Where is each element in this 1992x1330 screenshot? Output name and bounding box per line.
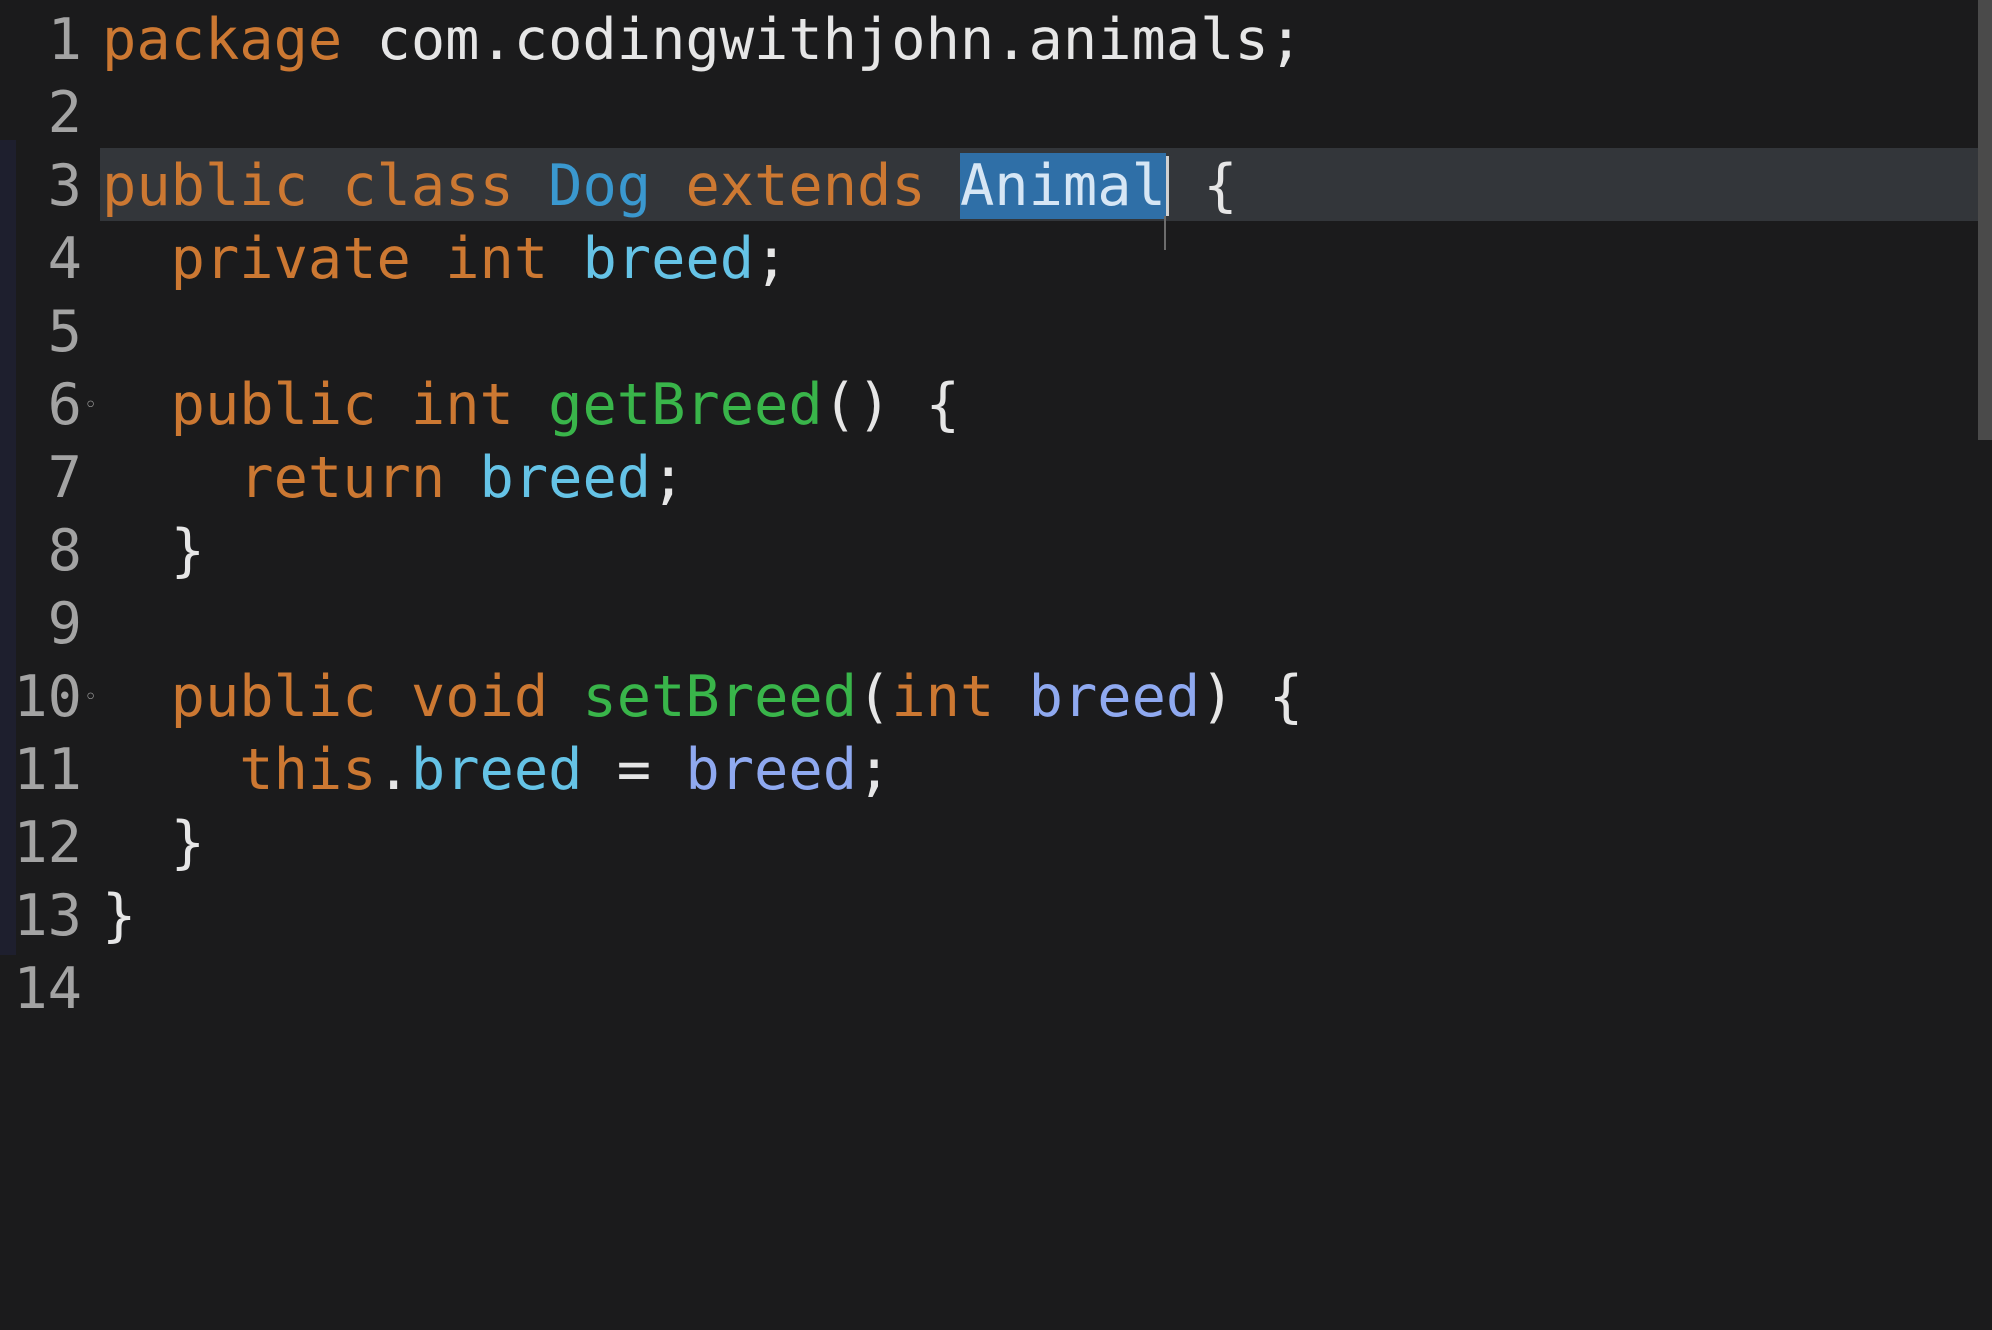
line-code[interactable]: } — [102, 515, 205, 588]
code-token: { — [1168, 153, 1238, 219]
line-number: 7 — [47, 445, 82, 511]
line-number: 3 — [47, 153, 82, 219]
fold-marker-icon[interactable]: ◦ — [84, 369, 97, 442]
code-line[interactable]: 1 package com.codingwithjohn.animals; — [0, 4, 1992, 77]
selected-token: Animal — [959, 153, 1166, 219]
code-token: breed — [410, 737, 583, 803]
code-token: com.codingwithjohn.animals; — [342, 7, 1304, 73]
line-code[interactable]: } — [102, 807, 205, 880]
code-token: class — [342, 153, 514, 219]
line-number: 12 — [13, 810, 82, 876]
code-line[interactable]: 11 this.breed = breed; — [0, 734, 1992, 807]
code-line[interactable]: 9 — [0, 588, 1992, 661]
code-token: int — [445, 226, 549, 292]
code-token: int — [410, 372, 514, 438]
line-number: 1 — [47, 7, 82, 73]
line-code[interactable]: public void setBreed(int breed) { — [102, 661, 1304, 734]
line-code[interactable]: private int breed; — [102, 223, 789, 296]
code-token: } — [102, 518, 205, 584]
code-token: Dog — [548, 153, 652, 219]
code-token: . — [376, 737, 411, 803]
code-editor[interactable]: 1 package com.codingwithjohn.animals; 2 3 pu… — [0, 0, 1992, 1330]
code-token: private — [102, 226, 411, 292]
code-line[interactable]: 10 ◦ public void setBreed(int breed) { — [0, 661, 1992, 734]
code-token: extends — [685, 153, 926, 219]
code-token: public — [102, 153, 308, 219]
line-number: 9 — [47, 591, 82, 657]
code-token: getBreed — [548, 372, 823, 438]
code-token: public — [102, 372, 377, 438]
line-number: 13 — [13, 883, 82, 949]
code-token: ) { — [1200, 664, 1304, 730]
code-token: ; — [754, 226, 789, 292]
fold-marker-icon[interactable]: ◦ — [84, 661, 97, 734]
line-number: 10 — [13, 664, 82, 730]
line-code[interactable]: public class Dog extends Animal { — [102, 150, 1238, 223]
line-number: 6 — [47, 372, 82, 438]
code-line[interactable]: 14 — [0, 953, 1992, 1026]
code-token: breed — [582, 226, 755, 292]
line-code[interactable]: this.breed = breed; — [102, 734, 891, 807]
line-code[interactable]: public int getBreed() { — [102, 369, 960, 442]
code-line[interactable]: 2 — [0, 77, 1992, 150]
line-number: 8 — [47, 518, 82, 584]
code-line[interactable]: 4 private int breed; — [0, 223, 1992, 296]
code-token: setBreed — [582, 664, 858, 730]
line-number: 5 — [47, 299, 82, 365]
code-token: int — [891, 664, 995, 730]
mouse-ibeam-cursor — [1164, 216, 1166, 250]
code-token: breed — [479, 445, 652, 511]
code-token: breed — [1028, 664, 1201, 730]
line-code[interactable]: } — [102, 880, 136, 953]
code-token: ; — [651, 445, 686, 511]
code-token: public — [102, 664, 377, 730]
code-token: this — [102, 737, 377, 803]
line-number: 2 — [47, 80, 82, 146]
code-token: } — [102, 810, 205, 876]
code-token: package — [102, 7, 343, 73]
code-line[interactable]: 13} — [0, 880, 1992, 953]
code-line[interactable]: 7 return breed; — [0, 442, 1992, 515]
code-line[interactable]: 12 } — [0, 807, 1992, 880]
code-token: return — [102, 445, 446, 511]
code-token: () { — [822, 372, 960, 438]
code-token: = — [582, 737, 686, 803]
line-code[interactable]: package com.codingwithjohn.animals; — [102, 4, 1303, 77]
code-token: breed — [685, 737, 858, 803]
code-token: void — [410, 664, 549, 730]
code-line[interactable]: 5 — [0, 296, 1992, 369]
line-number: 11 — [13, 737, 82, 803]
line-number: 4 — [47, 226, 82, 292]
code-line[interactable]: 8 } — [0, 515, 1992, 588]
vertical-scrollbar[interactable] — [1978, 0, 1992, 440]
code-line[interactable]: 3 public class Dog extends Animal { — [0, 150, 1992, 223]
code-token: } — [102, 883, 137, 949]
code-line[interactable]: 6 ◦ public int getBreed() { — [0, 369, 1992, 442]
code-token: ; — [857, 737, 892, 803]
line-number: 14 — [13, 956, 82, 1022]
code-token: ( — [857, 664, 892, 730]
line-code[interactable]: return breed; — [102, 442, 685, 515]
